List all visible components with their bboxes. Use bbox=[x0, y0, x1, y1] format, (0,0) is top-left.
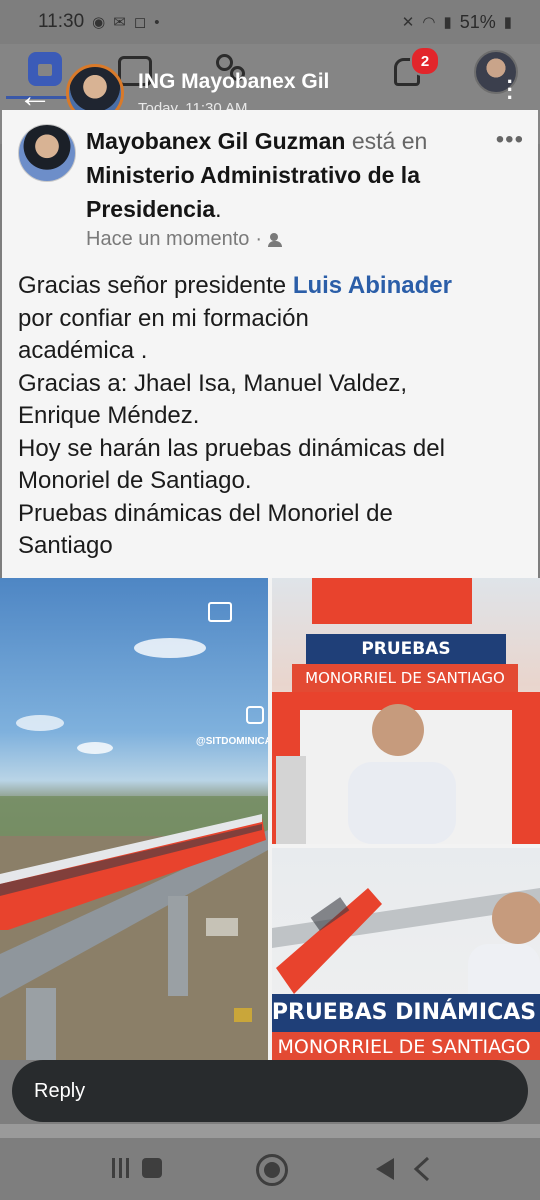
post-line: Monoriel de Santiago. bbox=[18, 467, 252, 494]
status-time: 11:30 bbox=[38, 11, 85, 32]
in-word: en bbox=[401, 128, 428, 154]
location-suffix: . bbox=[215, 196, 222, 222]
post-line: Santiago bbox=[18, 532, 113, 559]
photo-credit: @SITDOMINICANA bbox=[196, 736, 268, 747]
instagram-logo-icon bbox=[246, 706, 264, 724]
recents-icon[interactable] bbox=[112, 1158, 164, 1182]
aerial-photo-art bbox=[0, 638, 268, 1060]
home-button-icon[interactable] bbox=[256, 1154, 288, 1186]
notification-badge: 2 bbox=[410, 46, 440, 76]
post-line: por confiar en mi formación bbox=[18, 304, 309, 332]
mention-link[interactable]: Luis Abinader bbox=[293, 272, 452, 299]
multi-photo-icon bbox=[208, 602, 232, 622]
reactions-strip bbox=[0, 1124, 540, 1138]
dot-icon: • bbox=[154, 13, 160, 31]
battery-icon: ▮ bbox=[503, 14, 512, 31]
post-media[interactable]: @SITDOMINICANA PRUEBAS DINÁMICAS MONORRI… bbox=[0, 578, 540, 1060]
post-line: Gracias a: Jhael Isa, Manuel Valdez, bbox=[18, 369, 408, 397]
status-bar: 11:30 ◉ ✉ ◻ • ✕ ◠ ▮ 51% ▮ bbox=[0, 0, 540, 44]
post-line: Enrique Méndez. bbox=[18, 402, 200, 429]
banner-bottom-subtitle: MONORRIEL DE SANTIAGO bbox=[272, 1032, 540, 1060]
post-header: Mayobanex Gil Guzman está en Ministerio … bbox=[86, 124, 466, 226]
story-author-name[interactable]: ING Mayobanex Gil bbox=[138, 70, 329, 94]
post-timestamp: Hace un momento bbox=[86, 228, 250, 250]
top-photo-art bbox=[272, 578, 540, 844]
gmail-icon: ✉ bbox=[113, 14, 126, 31]
post-line: Pruebas dinámicas del Monoriel de bbox=[18, 499, 393, 527]
instagram-icon: ◻ bbox=[133, 14, 147, 31]
wifi-icon: ◠ bbox=[422, 14, 436, 31]
status-right: ✕ ◠ ▮ 51% ▮ bbox=[402, 12, 512, 33]
whatsapp-icon: ◉ bbox=[92, 14, 106, 31]
battery-percent: 51% bbox=[459, 11, 496, 32]
system-nav-bar bbox=[0, 1140, 540, 1200]
post-more-icon[interactable]: ••• bbox=[496, 126, 524, 154]
post-line: Hoy se harán las pruebas dinámicas del bbox=[18, 434, 445, 462]
post-text: Gracias señor presidente Luis Abinader p… bbox=[18, 270, 528, 563]
post-line-text: Gracias señor presidente bbox=[18, 272, 293, 299]
post-line: Gracias señor presidente Luis Abinader bbox=[18, 270, 528, 303]
post-author-avatar[interactable] bbox=[18, 124, 76, 182]
post-card: Mayobanex Gil Guzman está en Ministerio … bbox=[2, 110, 538, 578]
back-arrow-icon[interactable]: ← bbox=[18, 78, 54, 114]
post-meta: Hace un momento · bbox=[86, 228, 288, 251]
back-icon[interactable] bbox=[376, 1154, 432, 1184]
more-options-icon[interactable]: · · · bbox=[507, 71, 514, 109]
status-left: 11:30 ◉ ✉ ◻ • bbox=[38, 11, 160, 33]
meta-separator: · bbox=[255, 228, 263, 250]
monorail-aerial-photo[interactable]: @SITDOMINICANA bbox=[0, 578, 268, 1060]
reply-input[interactable]: Reply bbox=[12, 1060, 528, 1122]
post-line: académica . bbox=[18, 337, 148, 364]
president-photo-top[interactable]: PRUEBAS DINÁMICAS MONORRIEL DE SANTIAGO bbox=[272, 578, 540, 844]
post-author-name[interactable]: Mayobanex Gil Guzman bbox=[86, 128, 345, 154]
post-location[interactable]: Ministerio Administrativo de la Presiden… bbox=[86, 162, 420, 222]
friends-audience-icon bbox=[268, 232, 288, 247]
president-photo-bottom[interactable]: PRUEBAS DINÁMICAS MONORRIEL DE SANTIAGO bbox=[272, 848, 540, 1060]
is-at-word: está bbox=[351, 128, 396, 154]
mute-icon: ✕ bbox=[401, 14, 415, 31]
banner-top-title: PRUEBAS DINÁMICAS bbox=[306, 634, 506, 689]
banner-bottom-title: PRUEBAS DINÁMICAS bbox=[272, 994, 540, 1032]
signal-icon: ▮ bbox=[443, 14, 452, 31]
banner-top-subtitle: MONORRIEL DE SANTIAGO bbox=[292, 664, 518, 692]
